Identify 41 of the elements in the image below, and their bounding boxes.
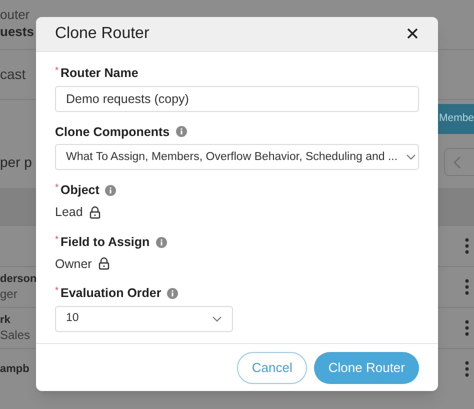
close-icon	[406, 28, 418, 40]
dialog-title: Clone Router	[55, 24, 150, 44]
info-icon	[167, 288, 178, 300]
field-label: Object	[60, 182, 100, 200]
lock-icon	[98, 257, 110, 270]
more-icon[interactable]	[465, 361, 469, 377]
required-mark: *	[55, 232, 59, 245]
field-label: Evaluation Order	[60, 285, 162, 302]
field-label: Clone Components	[55, 124, 170, 141]
table-cell-text: rk	[0, 313, 12, 328]
field-label: Router Name	[60, 64, 138, 82]
cancel-button[interactable]: Cancel	[236, 352, 308, 384]
per-page-label: per p	[0, 152, 32, 172]
chevron-down-icon	[212, 316, 222, 322]
tab[interactable]: cast	[0, 64, 26, 85]
field-label: Field to Assign	[60, 234, 150, 251]
chevron-left-icon	[453, 156, 461, 168]
breadcrumb: outer	[0, 7, 30, 22]
router-name-field[interactable]: Demo requests (copy)	[55, 86, 419, 112]
field-value: Lead	[55, 204, 83, 222]
more-icon[interactable]	[465, 279, 469, 295]
field-value: Owner	[55, 256, 92, 273]
table-cell: Sales	[0, 328, 30, 343]
page-title: uests	[0, 23, 34, 41]
required-mark: *	[55, 181, 59, 194]
chevron-down-icon	[406, 154, 416, 160]
select-field[interactable]: What To Assign, Members, Overflow Behavior, Scheduling and ...	[55, 144, 419, 170]
required-mark: *	[55, 284, 59, 296]
more-icon[interactable]	[465, 320, 469, 336]
table-cell: derson	[0, 272, 37, 287]
info-icon	[105, 185, 116, 196]
select-field[interactable]: 10	[55, 306, 233, 332]
required-mark: *	[55, 64, 59, 76]
info-icon	[156, 236, 167, 248]
info-icon	[176, 126, 187, 138]
table-cell: ampb	[0, 362, 30, 376]
close-button[interactable]	[405, 26, 419, 41]
more-icon[interactable]	[465, 238, 469, 254]
clone-router-button[interactable]: Clone Router	[314, 352, 419, 384]
lock-icon	[88, 206, 101, 219]
table-cell-text: ger	[0, 287, 18, 302]
